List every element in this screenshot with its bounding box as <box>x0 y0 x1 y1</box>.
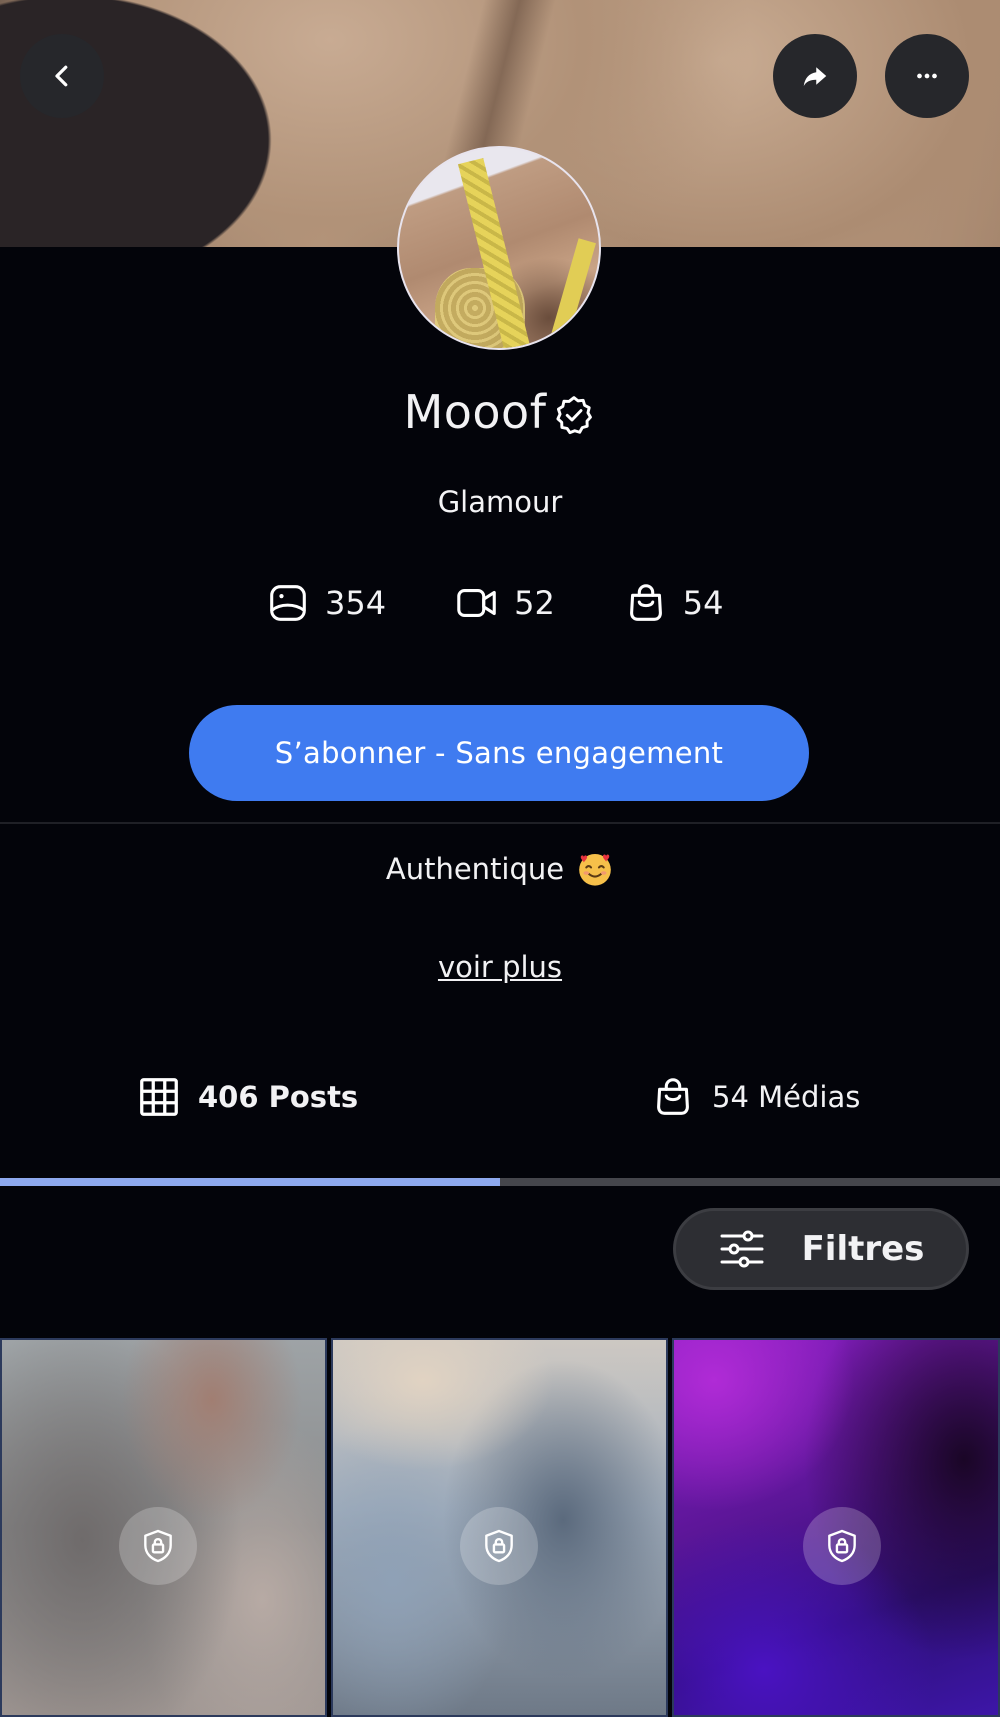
share-arrow-icon <box>803 67 827 86</box>
share-button[interactable] <box>773 34 857 118</box>
profile-category: Glamour <box>437 485 563 519</box>
profile-stats: 354 52 54 <box>265 578 724 628</box>
filters-button[interactable]: Filtres <box>673 1208 969 1290</box>
shield-lock-icon <box>828 1529 856 1563</box>
stat-photos: 354 <box>265 580 386 626</box>
more-options-button[interactable] <box>885 34 969 118</box>
lock-badge <box>803 1507 881 1585</box>
locked-post-tile[interactable] <box>672 1338 1000 1717</box>
avatar-strap-detail <box>540 238 596 348</box>
shopping-bag-icon <box>657 1078 689 1115</box>
photo-icon <box>270 585 306 621</box>
lock-badge <box>460 1507 538 1585</box>
lock-badge <box>119 1507 197 1585</box>
chevron-left-icon <box>55 65 68 87</box>
see-more-link[interactable]: voir plus <box>0 950 1000 984</box>
filters-label: Filtres <box>801 1229 925 1269</box>
tab-media[interactable]: 54 Médias <box>650 1070 860 1124</box>
smiling-face-with-hearts-icon <box>579 853 611 886</box>
video-camera-icon <box>457 589 496 617</box>
divider <box>0 822 1000 824</box>
more-dots-icon <box>917 73 937 79</box>
profile-name-row: Mooof <box>0 385 1000 439</box>
shield-lock-icon <box>485 1529 513 1563</box>
profile-name: Mooof <box>403 385 547 439</box>
shopping-bag-icon <box>629 584 662 621</box>
tab-posts-label: 406 Posts <box>198 1080 359 1114</box>
tab-posts[interactable]: 406 Posts <box>136 1070 358 1124</box>
tab-indicator-track <box>0 1178 1000 1186</box>
tab-media-label: 54 Médias <box>712 1080 861 1114</box>
stat-products: 54 <box>623 580 724 626</box>
back-button[interactable] <box>20 34 104 118</box>
avatar[interactable] <box>397 146 601 350</box>
profile-bio: Authentique <box>0 850 1000 888</box>
shield-lock-icon <box>144 1529 172 1563</box>
locked-post-tile[interactable] <box>331 1338 668 1717</box>
locked-post-tile[interactable] <box>0 1338 327 1717</box>
stat-products-count: 54 <box>682 584 724 622</box>
grid-icon <box>140 1078 178 1116</box>
tab-indicator <box>0 1178 500 1186</box>
stat-photos-count: 354 <box>325 584 387 622</box>
stat-videos-count: 52 <box>514 584 555 622</box>
sliders-icon <box>720 1230 764 1268</box>
verified-badge-icon <box>556 396 593 435</box>
subscribe-button[interactable]: S’abonner - Sans engagement <box>189 705 809 801</box>
stat-videos: 52 <box>454 580 555 626</box>
bio-text: Authentique <box>385 852 565 886</box>
